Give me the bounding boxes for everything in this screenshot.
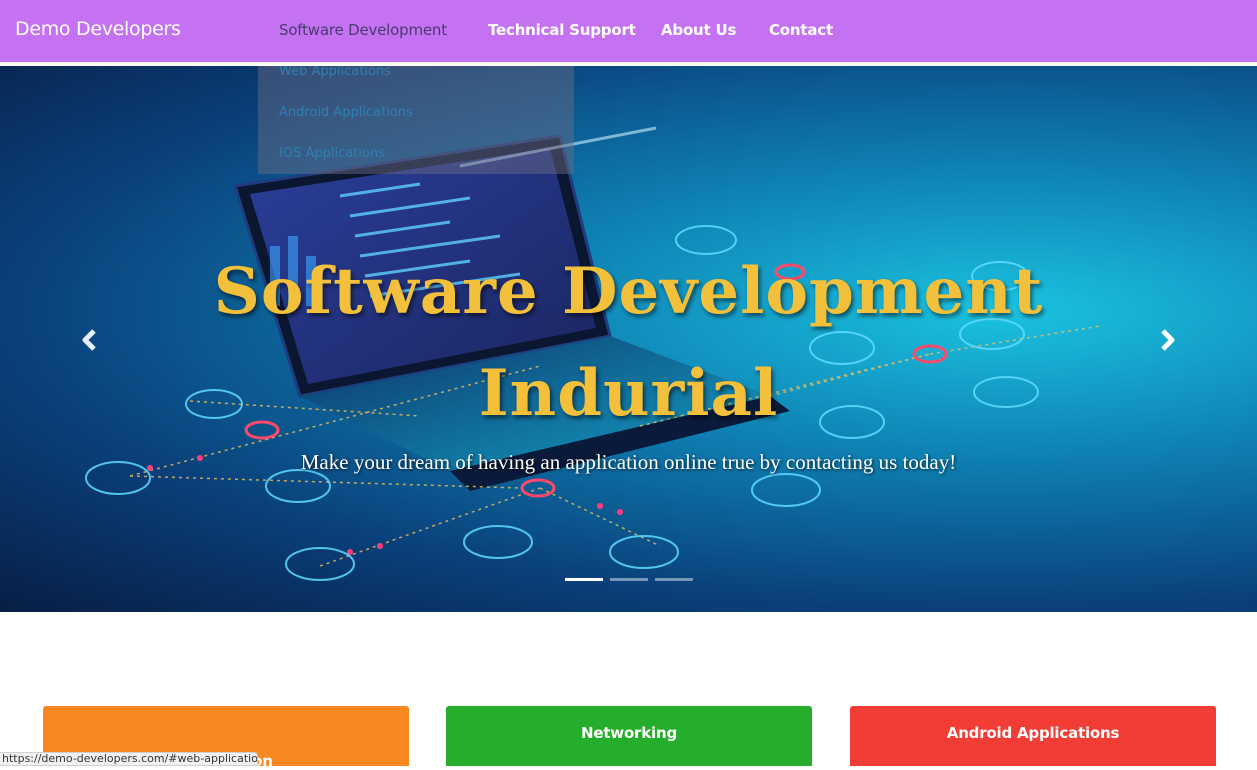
dropdown-item-android-applications[interactable]: Android Applications [279,105,413,120]
carousel-indicator-2[interactable] [610,578,648,581]
carousel-prev-button[interactable] [70,322,110,358]
carousel-indicator-3[interactable] [655,578,693,581]
card-android-applications-title: Android Applications [946,724,1120,742]
hero-title-line2: Indurial [478,356,779,431]
hero-carousel: Software Development Indurial Make your … [0,66,1257,612]
chevron-right-icon [1161,329,1175,351]
hero-subtitle: Make your dream of having an application… [300,450,957,474]
navbar-divider [0,62,1257,66]
nav-contact[interactable]: Contact [769,21,833,39]
brand-logo[interactable]: Demo Developers [15,18,181,40]
carousel-indicator-1[interactable] [565,578,603,581]
hero-title-line1: Software Development [213,254,1044,329]
browser-status-bar: https://demo-developers.com/#web-applica… [0,752,258,766]
nav-software-development[interactable]: Software Development [279,21,447,39]
card-networking-title: Networking [581,724,677,742]
navbar: Demo Developers Software Development Tec… [0,0,1257,62]
card-android-applications[interactable]: Android Applications [850,706,1216,766]
dropdown-item-ios-applications[interactable]: IOS Applications [279,146,385,161]
carousel-next-button[interactable] [1147,322,1187,358]
hero-background-illustration [85,126,1101,581]
chevron-left-icon [82,329,96,351]
software-development-dropdown: Web Applications Android Applications IO… [258,52,574,174]
nav-about-us[interactable]: About Us [661,21,736,39]
card-networking[interactable]: Networking [446,706,812,766]
dropdown-item-web-applications[interactable]: Web Applications [279,64,391,79]
nav-technical-support[interactable]: Technical Support [488,21,636,39]
